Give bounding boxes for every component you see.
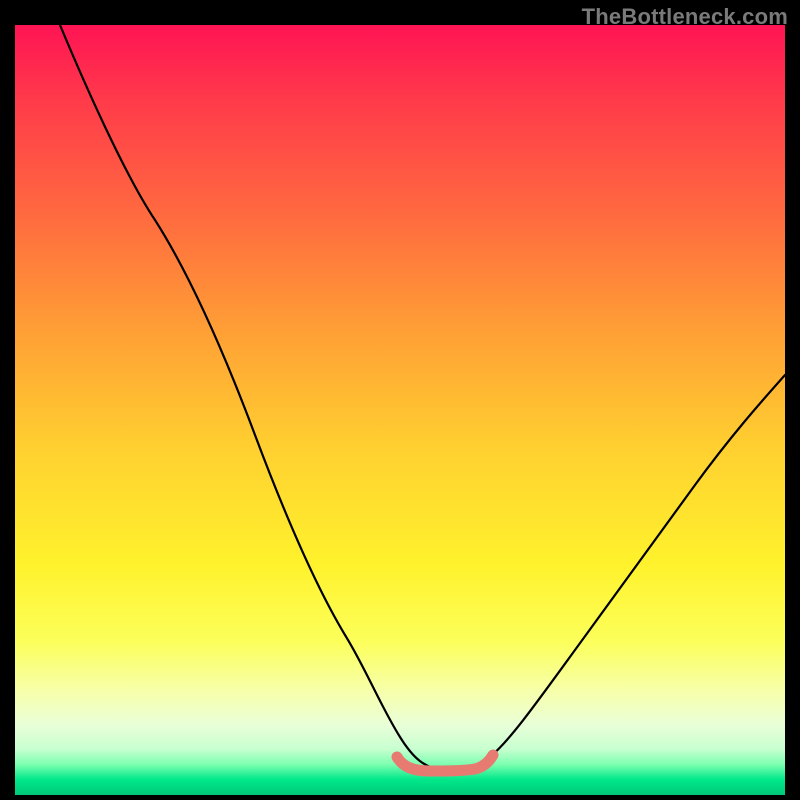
bottom-highlight bbox=[397, 755, 493, 771]
chart-svg bbox=[15, 25, 785, 795]
bottleneck-curve bbox=[60, 25, 785, 770]
